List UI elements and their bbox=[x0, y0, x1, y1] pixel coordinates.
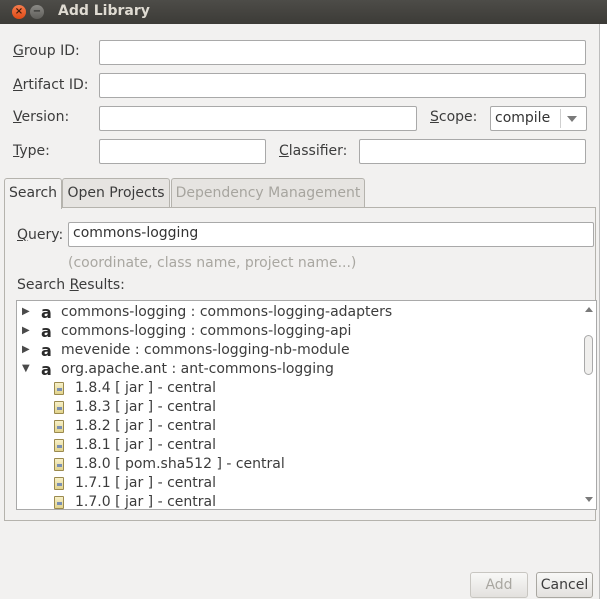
window-title: Add Library bbox=[58, 3, 150, 19]
query-label: Query: bbox=[17, 227, 64, 243]
group-id-field[interactable] bbox=[99, 40, 586, 65]
jar-icon bbox=[54, 477, 64, 490]
background-window-edge bbox=[599, 24, 607, 599]
type-label: Type: bbox=[13, 143, 50, 159]
scope-separator bbox=[560, 109, 561, 128]
jar-icon bbox=[54, 401, 64, 414]
jar-icon bbox=[54, 439, 64, 452]
version-item[interactable]: 1.8.2 [ jar ] - central bbox=[17, 418, 577, 437]
scrollbar-thumb[interactable] bbox=[584, 335, 593, 375]
list-item[interactable]: ▶ a commons-logging : commons-logging-ap… bbox=[17, 322, 577, 342]
search-results-list[interactable]: ▶ a commons-logging : commons-logging-ad… bbox=[16, 300, 597, 510]
version-field[interactable] bbox=[99, 106, 417, 131]
expand-arrow-icon[interactable]: ▶ bbox=[22, 344, 30, 355]
version-label: 1.8.0 [ pom.sha512 ] - central bbox=[75, 456, 285, 472]
expand-arrow-icon[interactable]: ▶ bbox=[22, 306, 30, 317]
scope-select[interactable]: compile bbox=[490, 106, 587, 131]
artifact-icon: a bbox=[41, 303, 52, 322]
tab-dependency-management: Dependency Management bbox=[171, 178, 365, 207]
artifact-coordinate: commons-logging : commons-logging-adapte… bbox=[61, 304, 393, 320]
jar-icon bbox=[54, 382, 64, 395]
chevron-down-icon[interactable] bbox=[567, 116, 577, 122]
version-item[interactable]: 1.8.0 [ pom.sha512 ] - central bbox=[17, 456, 577, 475]
version-label: 1.8.4 [ jar ] - central bbox=[75, 380, 216, 396]
expand-arrow-icon[interactable]: ▶ bbox=[22, 325, 30, 336]
collapse-arrow-icon[interactable]: ▼ bbox=[22, 363, 30, 374]
jar-icon bbox=[54, 496, 64, 509]
version-label: 1.7.1 [ jar ] - central bbox=[75, 475, 216, 491]
version-label: 1.7.0 [ jar ] - central bbox=[75, 494, 216, 510]
group-id-label: Group ID: bbox=[13, 43, 80, 59]
artifact-coordinate: mevenide : commons-logging-nb-module bbox=[61, 342, 350, 358]
artifact-coordinate: commons-logging : commons-logging-api bbox=[61, 323, 352, 339]
title-bar: × − Add Library bbox=[0, 0, 607, 24]
close-icon[interactable]: × bbox=[12, 5, 26, 19]
version-label: 1.8.3 [ jar ] - central bbox=[75, 399, 216, 415]
tab-search[interactable]: Search bbox=[4, 178, 62, 209]
query-hint: (coordinate, class name, project name...… bbox=[68, 255, 357, 271]
classifier-label: Classifier: bbox=[279, 143, 348, 159]
scope-value: compile bbox=[495, 110, 551, 126]
tab-open-projects[interactable]: Open Projects bbox=[62, 178, 170, 207]
jar-icon bbox=[54, 458, 64, 471]
classifier-field[interactable] bbox=[359, 139, 586, 164]
scope-label: Scope: bbox=[430, 109, 478, 125]
version-label: 1.8.2 [ jar ] - central bbox=[75, 418, 216, 434]
artifact-id-label: Artifact ID: bbox=[13, 77, 89, 93]
version-item[interactable]: 1.7.1 [ jar ] - central bbox=[17, 475, 577, 494]
results-scrollbar[interactable] bbox=[581, 301, 596, 509]
scroll-up-icon[interactable] bbox=[585, 307, 593, 312]
artifact-coordinate: org.apache.ant : ant-commons-logging bbox=[61, 361, 334, 377]
version-item[interactable]: 1.7.0 [ jar ] - central bbox=[17, 494, 577, 510]
artifact-icon: a bbox=[41, 341, 52, 360]
type-field[interactable] bbox=[99, 139, 266, 164]
scroll-down-icon[interactable] bbox=[585, 497, 593, 502]
minimize-icon[interactable]: − bbox=[30, 5, 44, 19]
version-item[interactable]: 1.8.3 [ jar ] - central bbox=[17, 399, 577, 418]
version-item[interactable]: 1.8.1 [ jar ] - central bbox=[17, 437, 577, 456]
version-label: Version: bbox=[13, 109, 70, 125]
artifact-icon: a bbox=[41, 360, 52, 379]
list-item[interactable]: ▼ a org.apache.ant : ant-commons-logging bbox=[17, 360, 577, 380]
add-button[interactable]: Add bbox=[470, 572, 528, 598]
artifact-icon: a bbox=[41, 322, 52, 341]
list-item[interactable]: ▶ a commons-logging : commons-logging-ad… bbox=[17, 303, 577, 323]
version-label: 1.8.1 [ jar ] - central bbox=[75, 437, 216, 453]
query-input[interactable]: commons-logging bbox=[68, 222, 594, 247]
cancel-button[interactable]: Cancel bbox=[536, 572, 593, 598]
list-item[interactable]: ▶ a mevenide : commons-logging-nb-module bbox=[17, 341, 577, 361]
search-results-label: Search Results: bbox=[17, 277, 125, 293]
version-item[interactable]: 1.8.4 [ jar ] - central bbox=[17, 380, 577, 399]
artifact-id-field[interactable] bbox=[99, 73, 586, 98]
jar-icon bbox=[54, 420, 64, 433]
